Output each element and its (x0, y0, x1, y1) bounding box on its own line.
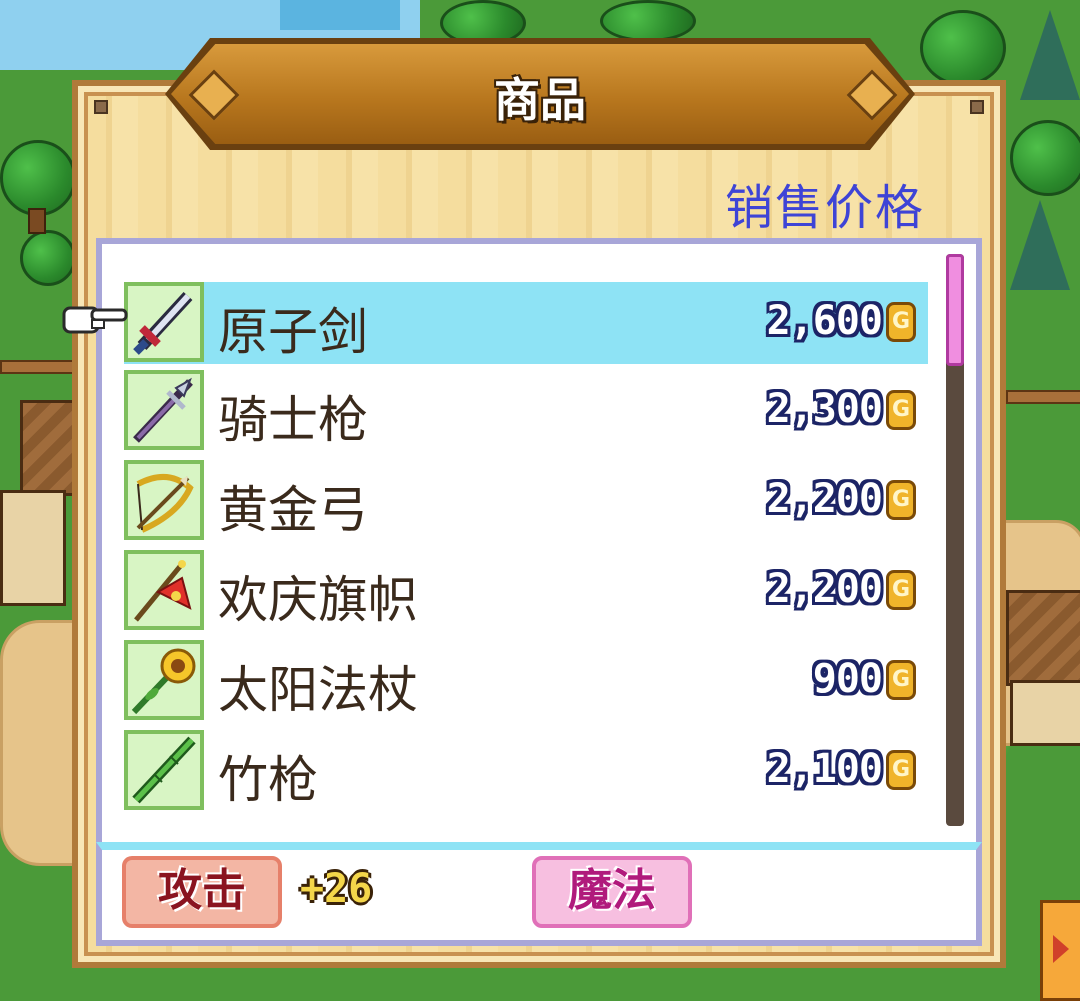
tree (1010, 120, 1080, 196)
gold-coin-icon: G (886, 750, 916, 790)
list-item[interactable]: 原子剑 2,600 G (124, 282, 928, 364)
water (280, 0, 400, 30)
pointing-hand-icon (62, 300, 128, 338)
list-item[interactable]: 黄金弓 2,200 G (124, 460, 928, 542)
tree-trunk (28, 208, 46, 234)
attack-label: 攻击 (158, 865, 246, 916)
price-column-header: 销售价格 (724, 180, 925, 236)
attack-value: +26 (300, 866, 373, 912)
item-name: 黄金弓 (218, 481, 368, 539)
tree (20, 230, 76, 286)
lance-icon (124, 370, 204, 450)
list-item[interactable]: 骑士枪 2,300 G (124, 370, 928, 452)
tree (0, 140, 76, 216)
house-wall (1010, 680, 1080, 746)
item-name: 原子剑 (218, 303, 368, 361)
item-price: 2,600 (766, 298, 883, 344)
tree (920, 10, 1006, 86)
bamboo-spear-icon (124, 730, 204, 810)
item-name: 竹枪 (218, 751, 318, 809)
scrollbar-thumb[interactable] (946, 254, 964, 366)
gold-coin-icon: G (886, 302, 916, 342)
gold-coin-icon: G (886, 570, 916, 610)
house-roof (20, 400, 78, 496)
item-name: 骑士枪 (218, 391, 368, 449)
next-arrow-button[interactable] (1040, 900, 1080, 1001)
gold-coin-icon: G (886, 480, 916, 520)
attack-stat-badge: 攻击 (122, 856, 282, 928)
sunflower-staff-icon (124, 640, 204, 720)
magic-stat-badge: 魔法 (532, 856, 692, 928)
house-roof (1006, 590, 1080, 686)
fence (0, 360, 76, 374)
item-name: 欢庆旗帜 (218, 571, 418, 629)
rivet (94, 100, 108, 114)
panel-title: 商品 (494, 73, 586, 127)
house-wall (0, 490, 66, 606)
list-item[interactable]: 欢庆旗帜 2,200 G (124, 550, 928, 632)
pine-tree (1020, 10, 1080, 100)
list-item[interactable]: 太阳法杖 900 G (124, 640, 928, 722)
fence (1006, 390, 1080, 404)
gold-coin-icon: G (886, 660, 916, 700)
tree (600, 0, 696, 42)
item-price: 900 (812, 656, 883, 702)
pine-tree (1010, 200, 1070, 290)
item-price: 2,100 (766, 746, 883, 792)
list-item[interactable]: 竹枪 2,100 G (124, 730, 928, 812)
item-price: 2,300 (766, 386, 883, 432)
bow-icon (124, 460, 204, 540)
gold-coin-icon: G (886, 390, 916, 430)
rivet (970, 100, 984, 114)
magic-label: 魔法 (568, 865, 656, 916)
item-price: 2,200 (766, 476, 883, 522)
flag-icon (124, 550, 204, 630)
sword-icon (124, 282, 204, 362)
item-price: 2,200 (766, 566, 883, 612)
item-name: 太阳法杖 (218, 661, 418, 719)
